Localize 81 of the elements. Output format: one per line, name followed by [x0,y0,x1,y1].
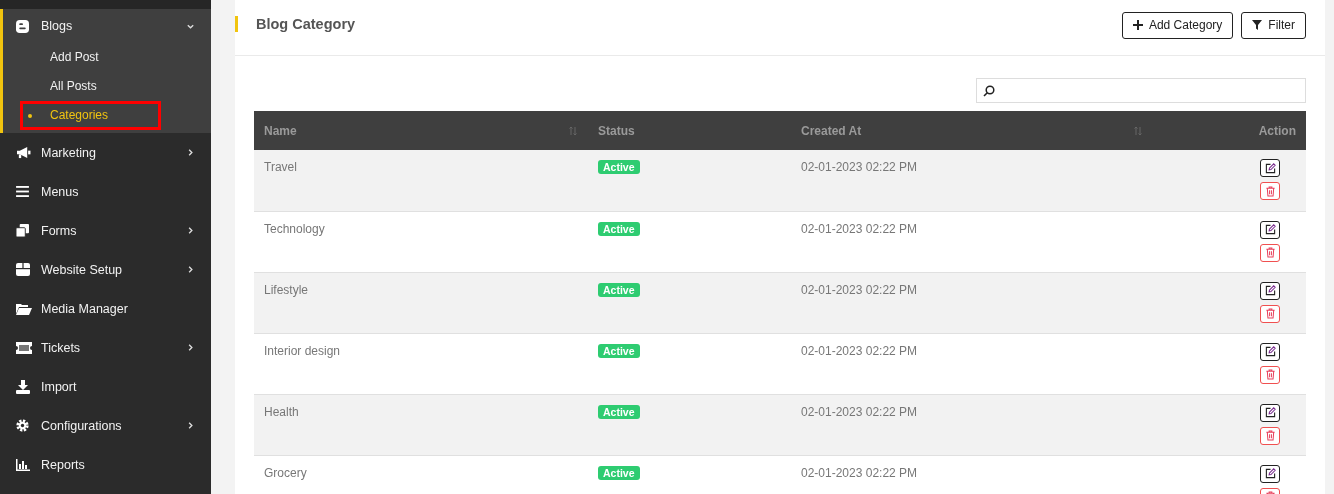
sidebar-item[interactable]: Forms [0,211,211,250]
chevron-right-icon [186,226,195,235]
edit-button[interactable] [1260,403,1280,422]
filter-button[interactable]: Filter [1241,11,1306,39]
settings-icon [16,419,29,432]
edit-icon [1264,468,1276,479]
edit-button[interactable] [1260,220,1280,239]
bar-chart-icon [16,458,30,471]
trash-icon [1264,369,1276,380]
search-icon [983,84,995,97]
sidebar-subitem[interactable]: Add Post [3,43,211,72]
delete-button[interactable] [1260,365,1280,384]
trash-icon [1264,430,1276,441]
search-field[interactable] [976,78,1306,103]
add-button[interactable]: Add Category [1121,11,1234,39]
edit-button[interactable] [1260,281,1280,300]
sidebar-item[interactable]: Blogs [3,9,211,43]
table-cell: Travel [264,160,297,174]
status-badge: Active [598,343,640,358]
sort-icon [568,125,578,136]
sidebar-item[interactable]: Marketing [0,133,211,172]
column-header[interactable]: Created At [791,111,1154,150]
edit-button[interactable] [1260,342,1280,361]
status-badge: Active [598,282,640,297]
trash-icon [1264,308,1276,319]
sidebar-item[interactable]: Configurations [0,406,211,445]
edit-icon [1264,162,1276,174]
sidebar-subitem[interactable]: Categories [20,101,161,130]
edit-icon [1264,224,1276,235]
page-title: Blog Category [256,15,356,32]
chevron-right-icon [186,343,195,352]
trash-icon [1264,247,1276,258]
table-cell: Health [264,404,299,419]
edit-icon [1264,346,1276,357]
table-cell: 02-01-2023 02:22 PM [801,221,918,236]
ticket-icon [16,341,32,354]
edit-icon [1264,285,1276,296]
column-header[interactable]: Status [588,111,791,150]
delete-button[interactable] [1260,182,1280,200]
table-cell: 02-01-2023 02:22 PM [801,465,918,480]
box-icon [16,263,30,276]
table-cell: Grocery [264,465,307,480]
sidebar-item[interactable]: Website Setup [0,250,211,289]
table-cell: Lifestyle [264,282,309,297]
megaphone-icon [16,146,31,159]
table-cell: 02-01-2023 02:22 PM [801,160,918,174]
delete-button[interactable] [1260,304,1280,323]
sidebar-item[interactable]: Menus [0,172,211,211]
edit-icon [1264,407,1276,418]
sidebar-subitem[interactable]: All Posts [3,72,211,101]
table-cell: 02-01-2023 02:22 PM [801,404,918,419]
status-badge: Active [598,465,640,480]
chevron-right-icon [186,265,195,274]
status-badge: Active [598,221,640,236]
column-header[interactable]: Action [1153,111,1306,150]
filter-icon [1252,20,1263,30]
plus-icon [1132,20,1143,30]
column-header[interactable]: Name [254,111,588,150]
table-cell: Technology [264,221,325,236]
trash-icon [1264,185,1276,197]
sidebar-item[interactable]: Media Manager [0,289,211,328]
download-icon [16,379,30,394]
copy-icon [16,224,29,237]
sidebar-item[interactable]: Tickets [0,328,211,367]
status-badge: Active [598,160,640,174]
status-badge: Active [598,404,640,419]
sidebar-item[interactable]: Reports [0,445,211,484]
delete-button[interactable] [1260,243,1280,262]
folder-icon [16,302,32,315]
menu-icon [16,186,29,197]
edit-button[interactable] [1260,464,1280,483]
delete-button[interactable] [1260,426,1280,445]
chevron-right-icon [186,421,195,430]
sort-icon [1133,125,1144,136]
sidebar-item[interactable]: Import [0,367,211,406]
blog-icon [16,19,29,33]
table-cell: 02-01-2023 02:22 PM [801,343,918,358]
table-cell: 02-01-2023 02:22 PM [801,282,918,297]
chevron-right-icon [186,148,195,157]
edit-button[interactable] [1260,159,1280,177]
table-cell: Interior design [264,343,341,358]
